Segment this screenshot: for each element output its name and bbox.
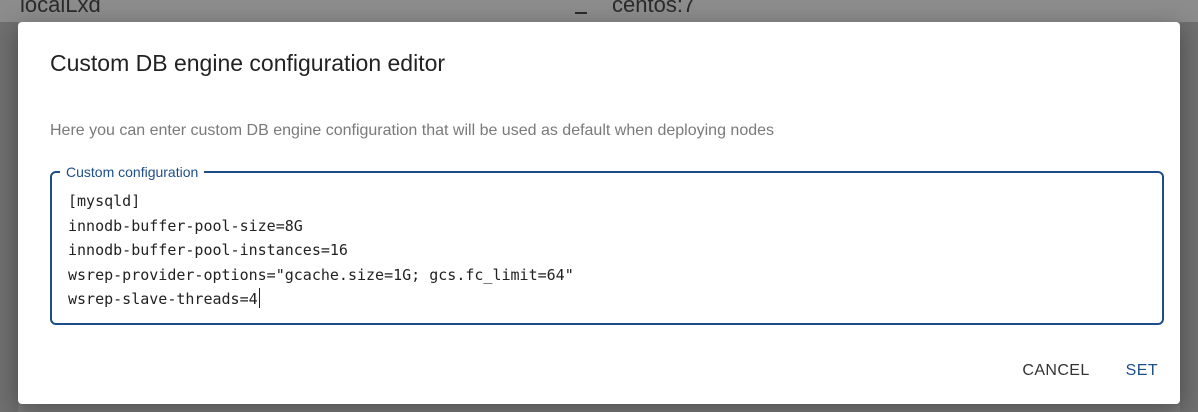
dialog-actions: CANCEL SET	[1018, 356, 1162, 386]
background-label-host: localLxd	[20, 0, 101, 17]
dialog-description: Here you can enter custom DB engine conf…	[50, 122, 775, 139]
set-button[interactable]: SET	[1122, 356, 1162, 386]
custom-configuration-textarea[interactable]: [mysqld] innodb-buffer-pool-size=8G inno…	[68, 189, 1146, 312]
cancel-button[interactable]: CANCEL	[1018, 356, 1093, 386]
custom-configuration-field[interactable]: Custom configuration [mysqld] innodb-buf…	[50, 163, 1164, 325]
config-editor-dialog: Custom DB engine configuration editor He…	[18, 22, 1180, 404]
background-overlay-left	[0, 22, 18, 412]
dialog-title: Custom DB engine configuration editor	[50, 50, 446, 76]
background-dash	[575, 12, 587, 14]
background-app-header: localLxd centos:7	[0, 0, 1198, 22]
background-label-image: centos:7	[612, 0, 696, 17]
custom-configuration-label: Custom configuration	[60, 163, 205, 181]
background-overlay-right	[1180, 22, 1198, 412]
text-caret	[258, 288, 260, 308]
custom-configuration-value: [mysqld] innodb-buffer-pool-size=8G inno…	[68, 192, 574, 308]
